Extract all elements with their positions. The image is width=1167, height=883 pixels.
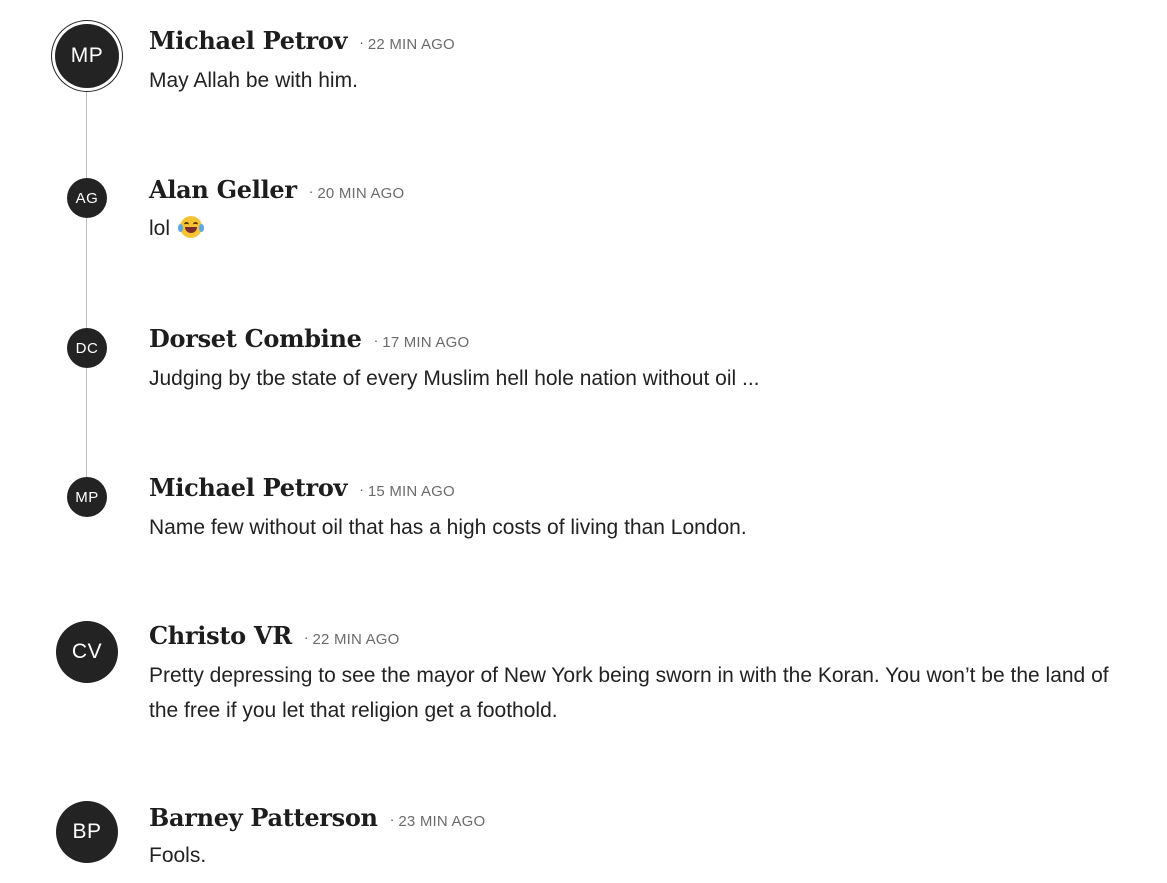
avatar[interactable]: MP xyxy=(67,477,107,517)
comment-author[interactable]: Dorset Combine xyxy=(149,324,362,353)
avatar[interactable]: AG xyxy=(67,178,107,218)
comment-text: Name few without oil that has a high cos… xyxy=(149,516,747,539)
comment-timestamp: 15 MIN AGO xyxy=(367,483,455,500)
comment-text: lol xyxy=(149,211,1109,246)
separator-dot: · xyxy=(389,811,395,827)
reply-thread-line xyxy=(86,90,87,498)
comment-text: May Allah be with him. xyxy=(149,69,358,92)
comment-text: Pretty depressing to see the mayor of Ne… xyxy=(149,664,1109,722)
comment-timestamp: 20 MIN AGO xyxy=(317,185,405,202)
separator-dot: · xyxy=(373,332,379,348)
separator-dot: · xyxy=(359,34,364,50)
comment-text: Fools. xyxy=(149,844,207,867)
separator-dot: · xyxy=(359,481,364,497)
comment-author[interactable]: Barney Patterson xyxy=(149,803,378,832)
comment-author[interactable]: Michael Petrov xyxy=(149,473,348,502)
avatar[interactable]: MP xyxy=(55,24,119,88)
comment-text-content: lol xyxy=(149,217,171,240)
separator-dot: · xyxy=(303,629,309,645)
comment-author[interactable]: Christo VR xyxy=(149,621,292,650)
avatar[interactable]: CV xyxy=(56,621,118,683)
separator-dot: · xyxy=(308,183,314,199)
avatar[interactable]: BP xyxy=(56,801,118,863)
avatar[interactable]: DC xyxy=(67,328,107,368)
comment-timestamp: 23 MIN AGO xyxy=(398,813,486,830)
comment-author[interactable]: Alan Geller xyxy=(149,175,297,204)
rolling-on-floor-laughing-emoji-icon xyxy=(177,216,204,238)
comment-author[interactable]: Michael Petrov xyxy=(149,26,348,55)
comment-timestamp: 22 MIN AGO xyxy=(312,631,400,648)
comment-timestamp: 22 MIN AGO xyxy=(367,36,455,53)
comment-text: Judging by tbe state of every Muslim hel… xyxy=(149,367,760,390)
comment-timestamp: 17 MIN AGO xyxy=(382,334,470,351)
